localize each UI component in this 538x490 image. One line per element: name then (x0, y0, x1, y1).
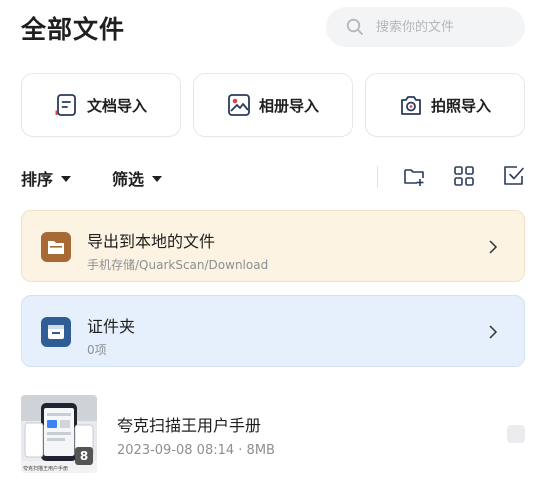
camera-import-label: 拍照导入 (430, 96, 491, 115)
folder-name: 导出到本地的文件 (87, 232, 216, 251)
new-folder-icon[interactable] (403, 165, 425, 187)
album-import-button[interactable]: 相册导入 (193, 73, 353, 137)
document-import-label: 文档导入 (86, 96, 147, 115)
toolbar-divider (377, 166, 378, 188)
folder-subtitle: 0项 (87, 343, 107, 357)
search-input[interactable] (374, 18, 508, 36)
file-name: 夸克扫描王用户手册 (117, 416, 262, 435)
select-icon[interactable] (503, 165, 525, 187)
chevron-right-icon (488, 239, 498, 254)
file-thumbnail: 夸克扫描王用户手册 8 (21, 395, 97, 473)
id-card-icon (41, 317, 71, 347)
sort-label: 排序 (21, 170, 54, 189)
file-meta: 2023-09-08 08:14 · 8MB (117, 443, 275, 458)
sort-button[interactable]: 排序 (21, 166, 72, 190)
folder-subtitle: 手机存储/QuarkScan/Download (87, 258, 269, 272)
caret-down-icon (61, 176, 72, 182)
document-icon (55, 93, 79, 117)
folder-name: 证件夹 (87, 317, 136, 336)
document-import-button[interactable]: 文档导入 (21, 73, 181, 137)
caret-down-icon (152, 176, 163, 182)
filter-button[interactable]: 筛选 (112, 166, 163, 190)
file-item[interactable]: 夸克扫描王用户手册 8 夸克扫描王用户手册 2023-09-08 08:14 ·… (21, 395, 525, 475)
chevron-right-icon (488, 324, 498, 339)
file-toolbar: 排序 筛选 (21, 160, 525, 194)
camera-icon (399, 93, 423, 117)
page-count-badge: 8 (75, 447, 93, 465)
camera-import-button[interactable]: 拍照导入 (365, 73, 525, 137)
image-icon (227, 93, 251, 117)
album-import-label: 相册导入 (258, 96, 319, 115)
folder-id-documents[interactable]: 证件夹 0项 (21, 295, 525, 367)
page-title: 全部文件 (21, 15, 126, 44)
folder-export-local[interactable]: 导出到本地的文件 手机存储/QuarkScan/Download (21, 210, 525, 282)
thumb-caption: 夸克扫描王用户手册 (23, 466, 69, 472)
file-select-checkbox[interactable] (507, 425, 525, 443)
grid-view-icon[interactable] (453, 165, 475, 187)
import-options: 文档导入 相册导入 拍照导入 (21, 73, 525, 139)
folder-icon (41, 232, 71, 262)
search-icon (346, 18, 364, 36)
filter-label: 筛选 (112, 170, 145, 189)
search-bar[interactable] (326, 7, 525, 47)
